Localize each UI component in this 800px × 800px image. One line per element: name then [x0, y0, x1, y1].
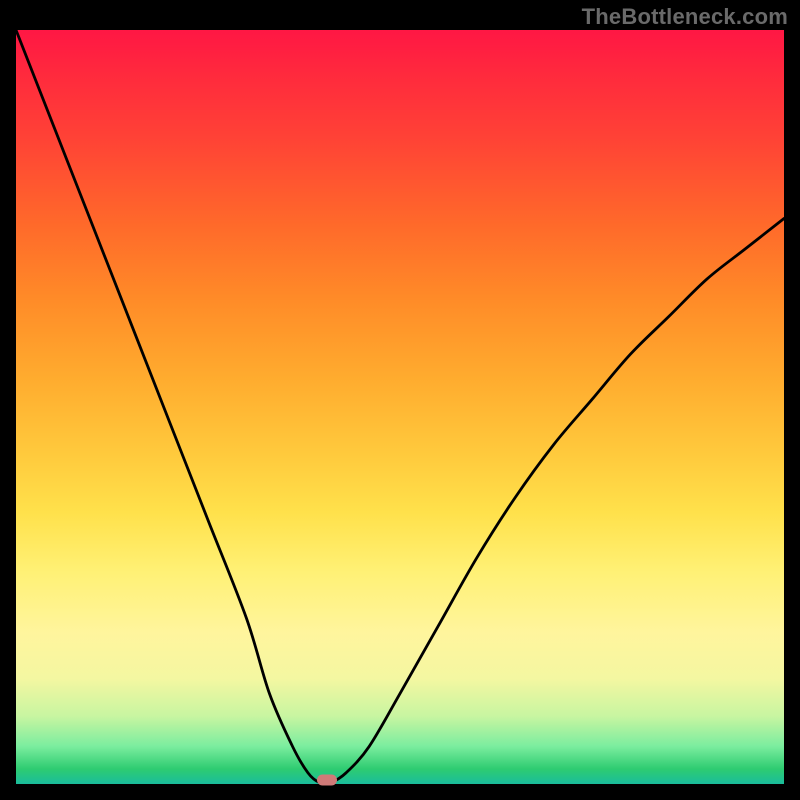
optimal-point-marker: [317, 775, 337, 786]
watermark-text: TheBottleneck.com: [582, 4, 788, 30]
chart-frame: TheBottleneck.com: [0, 0, 800, 800]
bottleneck-curve: [16, 30, 784, 784]
plot-area: [16, 30, 784, 784]
